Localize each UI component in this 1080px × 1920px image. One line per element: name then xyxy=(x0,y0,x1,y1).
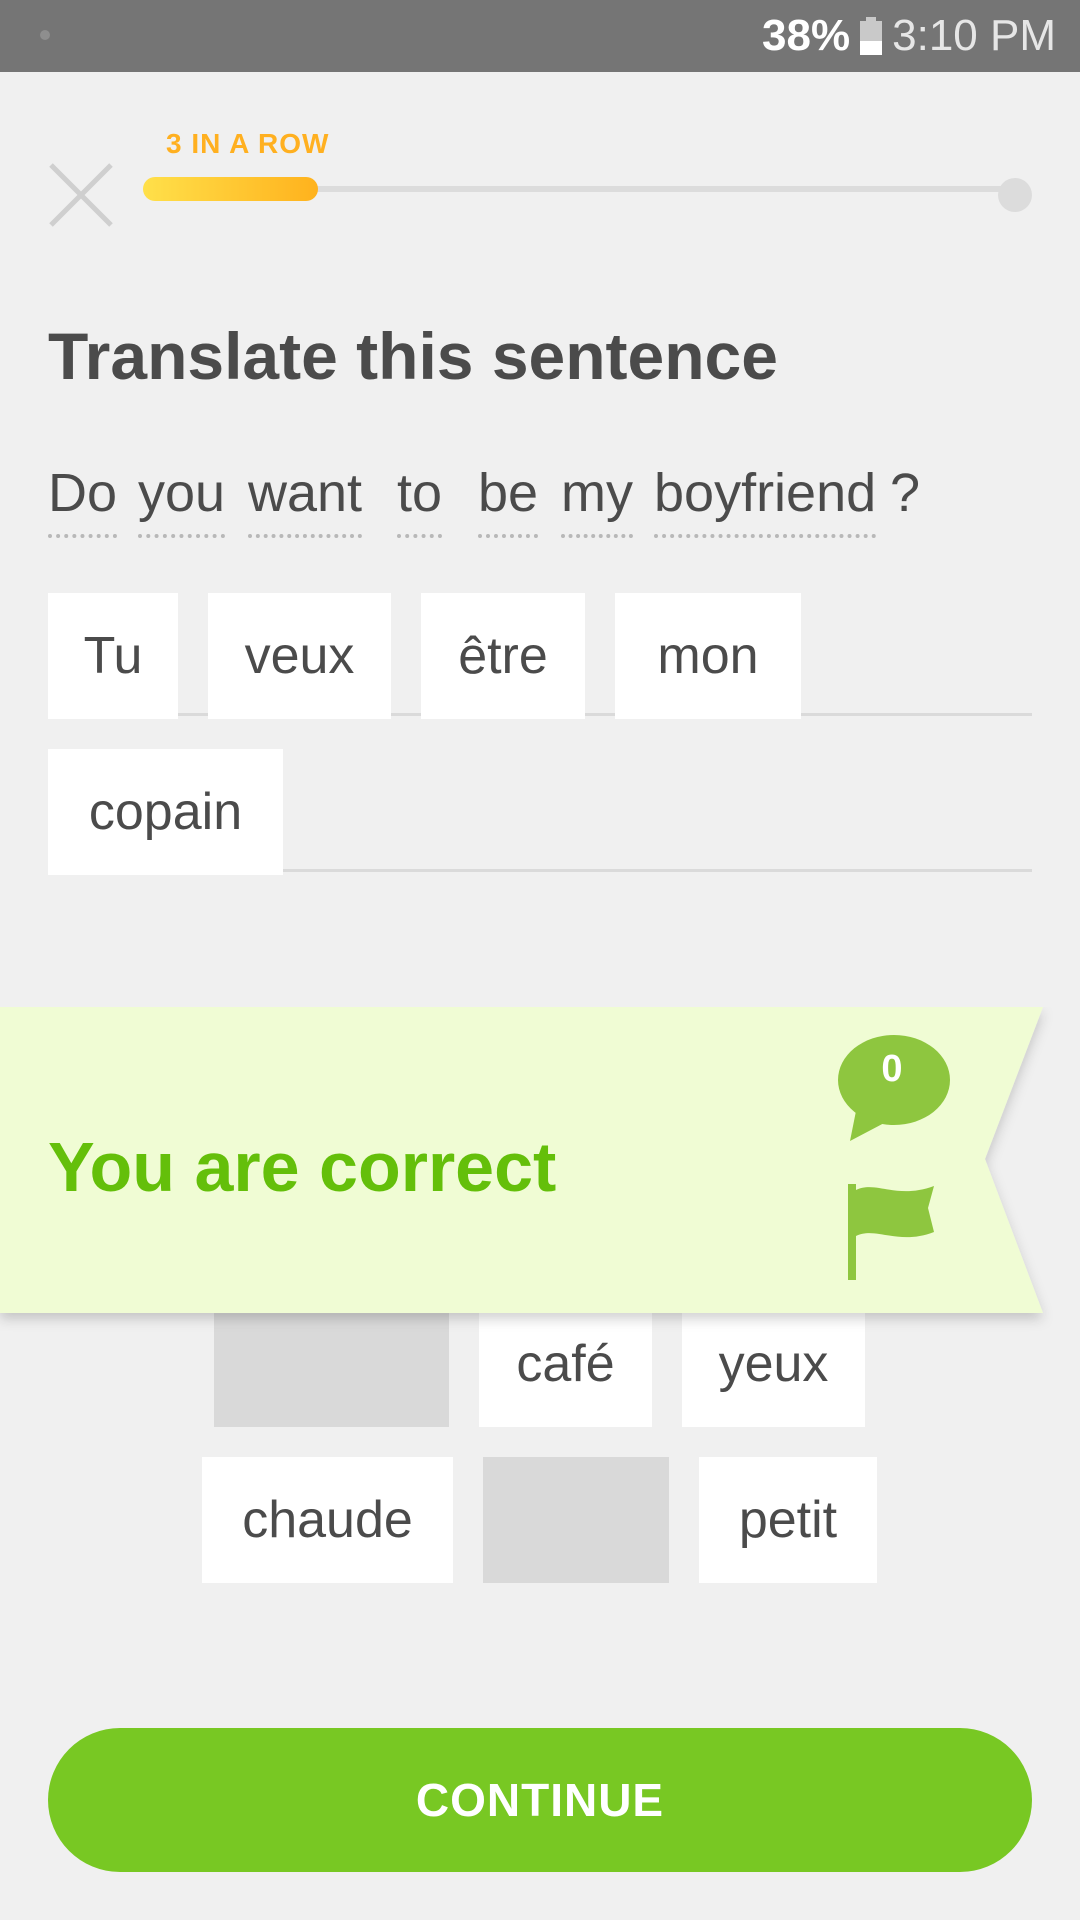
answer-tile[interactable]: mon xyxy=(615,593,801,719)
prompt-word[interactable]: to xyxy=(397,462,443,538)
discussion-count: 0 xyxy=(881,1048,903,1090)
word-bank-tile[interactable]: petit xyxy=(699,1457,877,1583)
prompt-word[interactable]: be xyxy=(478,462,539,538)
streak-label: 3 IN A ROW xyxy=(166,128,330,159)
prompt-word[interactable]: want xyxy=(248,462,363,538)
exercise-title: Translate this sentence xyxy=(48,319,778,393)
answer-tile[interactable]: veux xyxy=(208,593,391,719)
prompt-word[interactable]: my xyxy=(561,462,633,538)
word-bank-tile[interactable]: chaude xyxy=(202,1457,453,1583)
answer-tile[interactable]: Tu xyxy=(48,593,178,719)
answer-tile[interactable]: être xyxy=(421,593,585,719)
progress-bar xyxy=(143,177,1017,201)
progress-fill xyxy=(143,177,318,201)
battery-icon xyxy=(860,17,883,55)
status-time: 3:10 PM xyxy=(892,11,1056,60)
prompt-word[interactable]: Do xyxy=(48,462,118,538)
close-button[interactable] xyxy=(46,160,116,230)
close-icon xyxy=(49,163,113,227)
feedback-message: You are correct xyxy=(48,1128,557,1206)
status-right: 38% 3:10 PM xyxy=(762,0,1056,72)
battery-percent: 38% xyxy=(762,11,851,60)
continue-button[interactable]: CONTINUE xyxy=(48,1728,1032,1872)
notification-dot-icon xyxy=(40,30,50,40)
status-bar: 38% 3:10 PM xyxy=(0,0,1080,72)
prompt-word[interactable]: boyfriend xyxy=(654,462,877,538)
answer-tile[interactable]: copain xyxy=(48,749,283,875)
word-bank-slot-empty xyxy=(483,1457,669,1583)
prompt-word[interactable]: you xyxy=(138,462,226,538)
prompt-punctuation: ? xyxy=(890,463,921,523)
report-flag-icon[interactable] xyxy=(842,1180,942,1280)
progress-end-marker xyxy=(998,178,1032,212)
